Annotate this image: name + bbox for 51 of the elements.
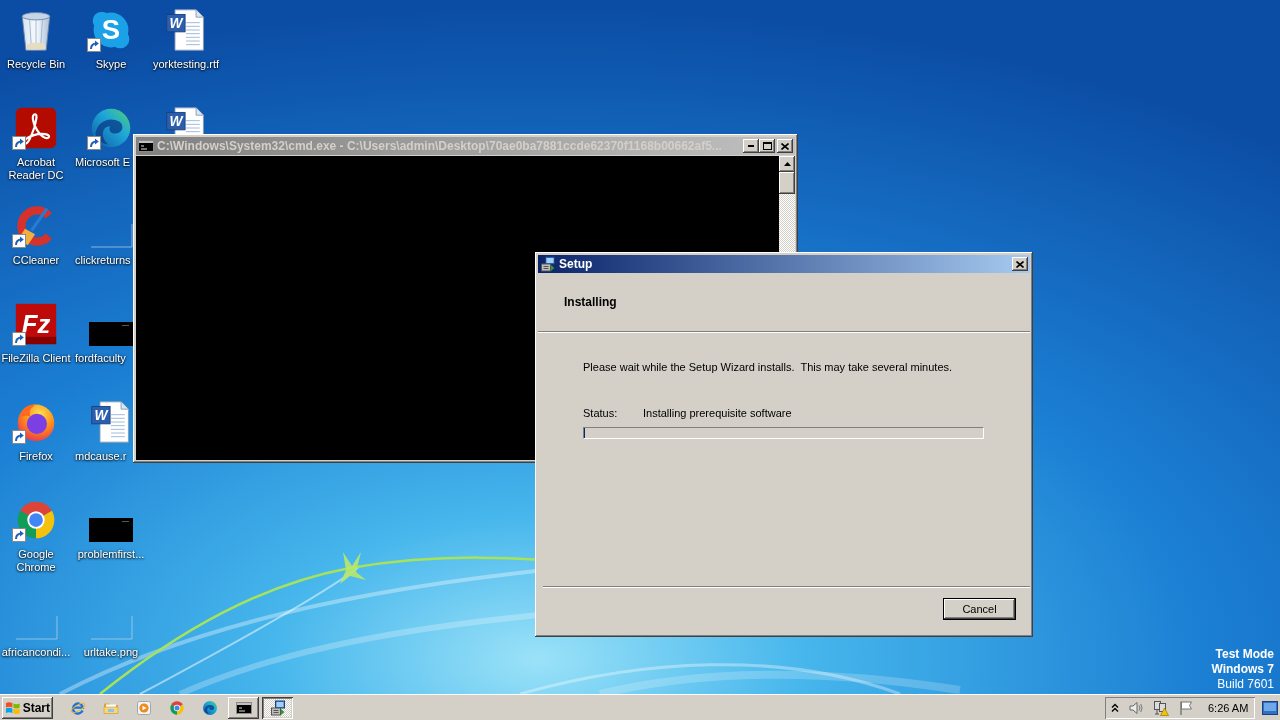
desktop-icon-label[interactable]: yorktesting.rtf	[153, 58, 219, 71]
cancel-button[interactable]: Cancel	[943, 598, 1016, 620]
dialog-heading: Installing	[564, 295, 617, 309]
desktop-icon-label[interactable]: fordfaculty	[75, 352, 126, 365]
test-mode-notice: Windows 7	[1211, 662, 1274, 677]
desktop-icon-label[interactable]: Google Chrome	[0, 548, 73, 574]
console-icon	[138, 138, 154, 154]
edge-icon[interactable]	[89, 106, 133, 150]
windows-logo-icon	[5, 699, 21, 716]
show-desktop-icon[interactable]	[1262, 700, 1278, 715]
minimize-icon	[748, 145, 754, 147]
desktop-icon-label[interactable]: CCleaner	[12, 254, 60, 267]
minimize-button[interactable]	[743, 139, 759, 153]
desktop-icon-label[interactable]: FileZilla Client	[1, 352, 71, 365]
flag-icon[interactable]	[1178, 699, 1194, 716]
chevron-up-icon[interactable]	[1111, 702, 1119, 713]
installer-icon	[269, 699, 286, 716]
start-button[interactable]: Start	[2, 696, 53, 719]
close-icon	[781, 142, 789, 150]
window-title: Setup	[559, 257, 593, 271]
chrome-icon[interactable]	[169, 699, 185, 716]
maximize-button[interactable]	[759, 139, 775, 153]
window-title: C:\Windows\System32\cmd.exe - C:\Users\admin\Desktop\70ae0ba7881ccde62370f1168b00662af5...	[157, 139, 722, 153]
desktop-icon-label[interactable]: Skype	[95, 58, 127, 71]
test-mode-notice: Build 7601	[1217, 677, 1274, 692]
desktop-icon-label[interactable]: Microsoft E	[75, 156, 130, 169]
desktop-icon-label[interactable]: Firefox	[19, 450, 53, 463]
close-button[interactable]	[1012, 257, 1028, 271]
clock[interactable]: 6:26 AM	[1208, 701, 1249, 714]
close-button[interactable]	[777, 139, 793, 153]
desktop-icon-label[interactable]: clickreturns	[75, 254, 131, 267]
edge-icon[interactable]	[202, 699, 218, 716]
maximize-icon	[762, 142, 772, 150]
browser-e-icon[interactable]	[70, 699, 86, 716]
status-text: Installing prerequisite software	[643, 407, 792, 420]
scrollbar-thumb[interactable]	[779, 172, 795, 194]
dialog-message: Please wait while the Setup Wizard installs. This may take several minutes.	[583, 361, 953, 374]
taskbar-button[interactable]	[262, 696, 293, 719]
desktop-icon-label[interactable]: Acrobat Reader DC	[0, 156, 73, 182]
desktop-icon-label[interactable]: Recycle Bin	[6, 58, 66, 71]
up-arrow-icon	[783, 162, 791, 166]
scroll-up-button[interactable]	[779, 156, 795, 172]
status-label: Status:	[583, 407, 619, 420]
taskbar-button[interactable]	[228, 696, 259, 719]
installer-icon	[540, 256, 556, 272]
speaker-icon[interactable]	[1128, 699, 1144, 716]
network-warning-icon[interactable]	[1153, 699, 1169, 716]
desktop-icon-label[interactable]: mdcause.r	[75, 450, 127, 463]
test-mode-notice: Test Mode	[1215, 647, 1274, 662]
console-icon	[235, 699, 252, 716]
close-icon	[1016, 260, 1024, 268]
